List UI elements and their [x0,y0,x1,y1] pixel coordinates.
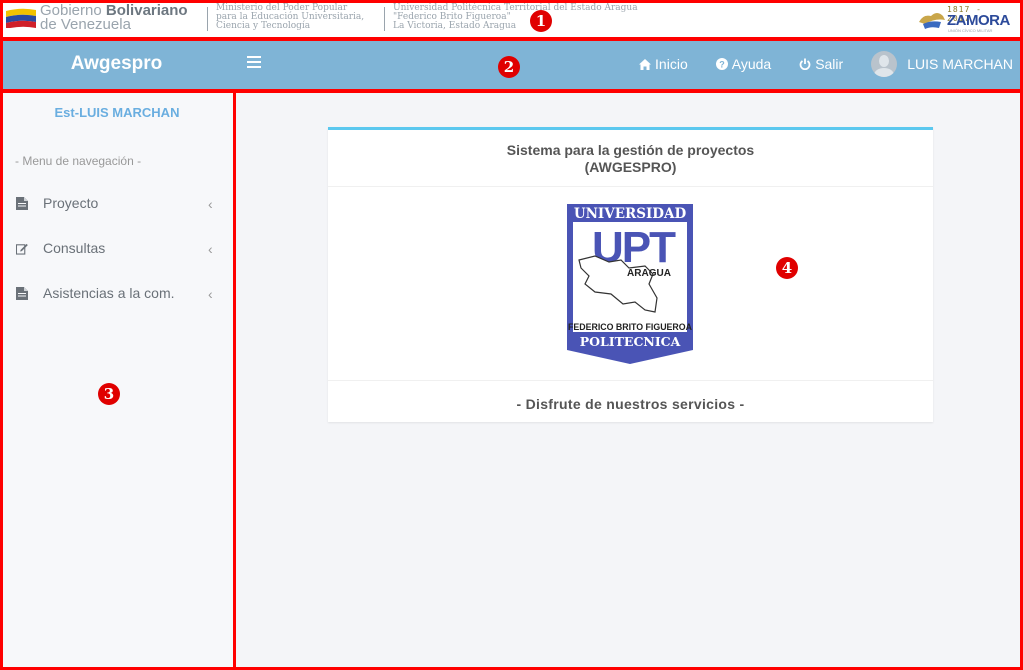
gov-name-line2: de Venezuela [40,16,131,33]
nav-right: Inicio ? Ayuda Salir LUIS MARCHAN [611,38,1013,90]
file-icon [16,286,28,300]
nav-ayuda-link[interactable]: ? Ayuda [715,56,772,72]
annotation-marker-2: 2 [498,56,520,78]
nav-inicio-label: Inicio [655,56,688,72]
nav-user-menu[interactable]: LUIS MARCHAN [871,51,1013,77]
sidebar-item-label: Consultas [43,240,106,256]
zamora-logo: 1817 - 2017 ZAMORA UNIÓN CÍVICO MILITAR [917,4,1010,34]
chevron-left-icon: ‹ [208,241,213,257]
card-divider [328,380,933,381]
power-icon [799,58,811,70]
file-icon [16,196,28,210]
menu-toggle-icon[interactable] [247,56,261,70]
sidebar-item-asistencias[interactable]: Asistencias a la com. ‹ [0,277,234,309]
card-footer-text: - Disfrute de nuestros servicios - [516,396,745,412]
edit-icon [16,243,28,255]
logo-top-text: UNIVERSIDAD [574,206,687,222]
zamora-word: ZAMORA [947,12,1010,29]
banner-separator [384,7,385,31]
brand-logo[interactable]: Awgespro [0,38,233,90]
ministry-line: Ciencia y Tecnología [216,21,311,31]
logo-state-text: ARAGUA [627,268,671,279]
nav-salir-label: Salir [815,56,844,72]
nav-inicio-link[interactable]: Inicio [639,56,688,72]
chevron-left-icon: ‹ [208,196,213,212]
card-title-line1: Sistema para la gestión de proyectos [506,142,755,158]
sidebar-item-label: Proyecto [43,195,99,211]
welcome-card: Sistema para la gestión de proyectos (AW… [328,127,933,422]
gov-banner: Gobierno Bolivariano de Venezuela Minist… [0,0,1023,38]
zamora-hat-icon [919,13,945,29]
upt-university-logo: UNIVERSIDAD UPT ARAGUA FEDERICO BRITO FI… [567,204,693,364]
chevron-left-icon: ‹ [208,286,213,302]
card-divider [328,186,933,187]
sidebar-user-name: Est-LUIS MARCHAN [54,105,180,120]
logo-bottom-text: POLITECNICA [580,334,681,349]
annotation-marker-1: 1 [530,10,552,32]
question-circle-icon: ? [715,58,728,70]
university-text: Universidad Politécnica Territorial del … [393,4,638,31]
sidebar-item-label: Asistencias a la com. [43,285,175,301]
nav-user-label: LUIS MARCHAN [907,56,1013,72]
sidebar-nav-header: - Menu de navegación - [15,154,142,168]
annotation-marker-4: 4 [776,257,798,279]
banner-separator [207,7,208,31]
card-title: Sistema para la gestión de proyectos (AW… [328,142,933,176]
gov-name: Gobierno Bolivariano de Venezuela [40,3,188,33]
venezuela-flag-icon [6,8,36,28]
main-content: Sistema para la gestión de proyectos (AW… [234,90,1023,670]
home-icon [639,58,652,70]
sidebar-item-consultas[interactable]: Consultas ‹ [0,232,234,264]
nav-ayuda-label: Ayuda [731,56,772,72]
sidebar: Est-LUIS MARCHAN - Menu de navegación - … [0,90,234,670]
annotation-marker-3: 3 [98,383,120,405]
ministry-text: Ministerio del Poder Popular para la Edu… [216,4,364,31]
svg-text:?: ? [719,60,725,70]
sidebar-item-proyecto[interactable]: Proyecto ‹ [0,187,234,219]
avatar [871,51,898,77]
nav-salir-link[interactable]: Salir [799,56,843,72]
zamora-sub: UNIÓN CÍVICO MILITAR [948,28,993,33]
card-title-line2: (AWGESPRO) [584,159,677,175]
university-line: La Victoria, Estado Aragua [393,21,517,31]
logo-name-text: FEDERICO BRITO FIGUEROA [568,322,693,332]
